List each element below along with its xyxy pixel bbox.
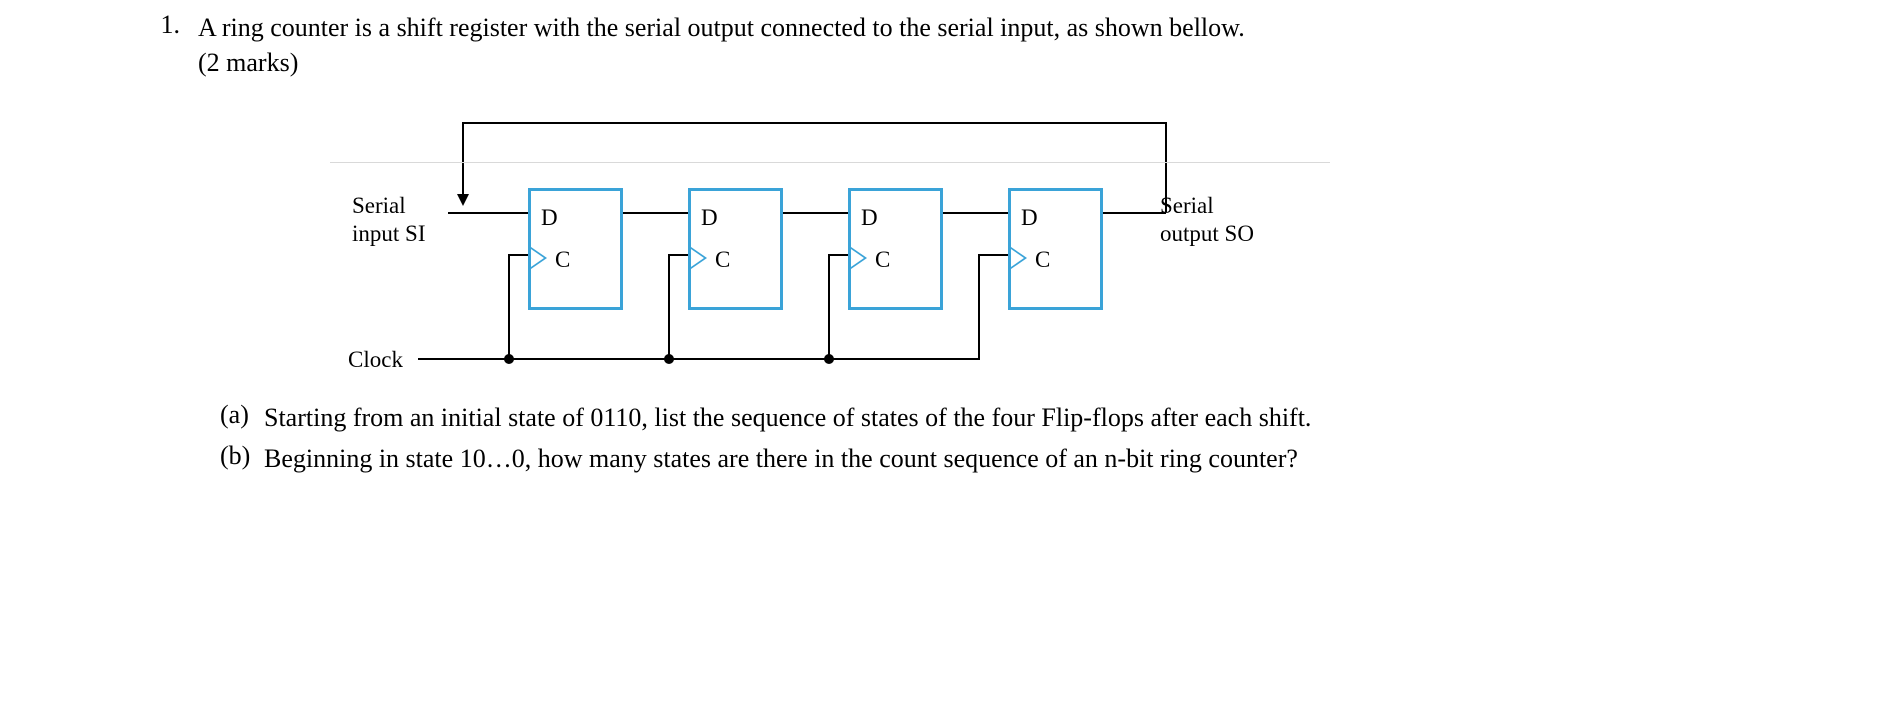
wire-clock-v1: [668, 254, 670, 358]
ff3-c-label: C: [1035, 247, 1050, 273]
ff1-clock-triangle-inner: [691, 249, 704, 267]
serial-input-label-line1: Serial: [352, 193, 406, 218]
clock-label: Clock: [348, 346, 403, 374]
flip-flop-3: D C: [1008, 188, 1103, 310]
ff2-c-label: C: [875, 247, 890, 273]
page: 1. A ring counter is a shift register wi…: [0, 0, 1901, 728]
wire-clock-v2: [828, 254, 830, 358]
wire-clock-h0: [508, 254, 528, 256]
serial-input-label: Serial input SI: [352, 192, 425, 247]
wire-clock-h2: [828, 254, 848, 256]
wire-q1-d2: [783, 212, 848, 214]
ff3-d-label: D: [1021, 205, 1038, 231]
node-clock-2: [824, 354, 834, 364]
wire-q0-d1: [623, 212, 688, 214]
ff1-d-label: D: [701, 205, 718, 231]
flip-flop-1: D C: [688, 188, 783, 310]
subpart-b: (b) Beginning in state 10…0, how many st…: [220, 441, 1781, 476]
ff1-c-label: C: [715, 247, 730, 273]
ff0-c-label: C: [555, 247, 570, 273]
ring-counter-diagram: Serial input SI Serial output SO D C D C…: [330, 112, 1330, 372]
question-line-2: (2 marks): [198, 48, 298, 77]
ff2-clock-triangle-inner: [851, 249, 864, 267]
ff0-clock-triangle-inner: [531, 249, 544, 267]
serial-output-label: Serial output SO: [1160, 192, 1254, 247]
ff2-d-label: D: [861, 205, 878, 231]
serial-output-label-line1: Serial: [1160, 193, 1214, 218]
subparts: (a) Starting from an initial state of 01…: [120, 400, 1781, 476]
question-text: A ring counter is a shift register with …: [198, 10, 1781, 80]
subpart-a-label: (a): [220, 400, 264, 435]
question-line-1: A ring counter is a shift register with …: [198, 13, 1245, 42]
subpart-b-label: (b): [220, 441, 264, 476]
subpart-a: (a) Starting from an initial state of 01…: [220, 400, 1781, 435]
wire-clock-v0: [508, 254, 510, 358]
ff3-clock-triangle-inner: [1011, 249, 1024, 267]
wire-q2-d3: [943, 212, 1008, 214]
wire-clock-h1: [668, 254, 688, 256]
subpart-a-text: Starting from an initial state of 0110, …: [264, 400, 1781, 435]
serial-input-label-line2: input SI: [352, 221, 425, 246]
subpart-b-text: Beginning in state 10…0, how many states…: [264, 441, 1781, 476]
wire-q3-out: [1103, 212, 1166, 214]
guide-line: [330, 162, 1330, 163]
node-clock-1: [664, 354, 674, 364]
flip-flop-0: D C: [528, 188, 623, 310]
wire-si: [448, 212, 528, 214]
wire-clock-h3: [978, 254, 1008, 256]
wire-feedback-top: [462, 122, 1165, 124]
wire-clock-v3: [978, 254, 980, 360]
question-row: 1. A ring counter is a shift register wi…: [120, 10, 1781, 80]
wire-clock-h: [418, 358, 978, 360]
ff0-d-label: D: [541, 205, 558, 231]
arrowhead-feedback: [457, 194, 469, 206]
flip-flop-2: D C: [848, 188, 943, 310]
serial-output-label-line2: output SO: [1160, 221, 1254, 246]
question-number: 1.: [120, 10, 198, 80]
node-clock-0: [504, 354, 514, 364]
